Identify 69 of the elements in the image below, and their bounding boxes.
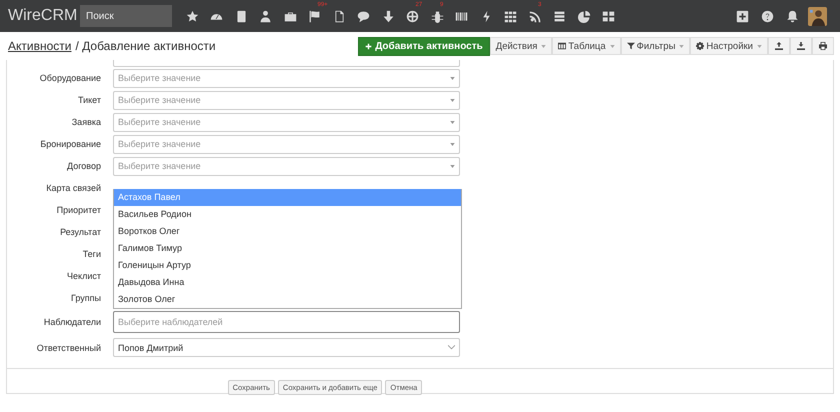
toolbar-menu-button[interactable]: Действия — [490, 37, 552, 55]
toolbar-menu-button[interactable]: Фильтры — [620, 37, 690, 55]
field-label: Чеклист — [66, 271, 101, 281]
upload-icon — [775, 42, 783, 50]
briefcase-icon[interactable] — [284, 10, 297, 22]
field-label: Заявка — [70, 117, 101, 127]
app-logo[interactable]: WireCRM — [8, 7, 80, 25]
toolbar-menu-button[interactable]: Настройки — [690, 37, 768, 55]
caret-icon — [450, 98, 455, 102]
caret-icon — [450, 142, 455, 146]
download-icon — [797, 42, 805, 50]
field-label: Результат — [59, 227, 101, 237]
page-title: / Добавление активности — [75, 39, 216, 53]
caret-icon — [450, 120, 455, 124]
database-icon[interactable] — [553, 10, 566, 22]
plus-icon[interactable] — [736, 10, 749, 22]
caret-icon — [757, 44, 762, 48]
tiles-icon[interactable] — [602, 10, 616, 22]
user-avatar[interactable] — [808, 6, 827, 26]
field-label: Договор — [66, 161, 101, 171]
download-button[interactable] — [790, 37, 812, 55]
toolbar-menu-button[interactable]: Таблица — [552, 37, 621, 55]
add-activity-button[interactable]: Добавить активность — [358, 37, 490, 56]
chevron-icon — [448, 345, 455, 350]
gear-icon — [696, 42, 704, 50]
breadcrumb-link[interactable]: Активности — [8, 39, 72, 53]
caret-icon — [450, 76, 455, 80]
grid-icon[interactable] — [504, 10, 518, 22]
dropdown-option[interactable]: Воротков Олег — [114, 223, 461, 240]
field-label: Оборудование — [38, 73, 101, 83]
caret-icon — [541, 44, 546, 48]
field-label: Теги — [82, 249, 101, 259]
plus-icon — [365, 43, 372, 50]
barcode-icon[interactable] — [455, 10, 468, 22]
print-button[interactable] — [812, 37, 834, 55]
bell-icon[interactable] — [786, 10, 799, 22]
caret-icon — [610, 44, 615, 48]
pie-icon[interactable] — [578, 10, 591, 22]
chat-icon[interactable] — [357, 10, 370, 22]
user-icon[interactable] — [259, 10, 272, 22]
field-label: Тикет — [77, 95, 101, 105]
print-icon — [819, 42, 827, 50]
dropdown-option[interactable]: Васильев Родион — [114, 206, 461, 223]
field-label: Ответственный — [36, 342, 101, 352]
rss-icon[interactable] — [528, 10, 542, 22]
star-icon[interactable] — [186, 10, 199, 22]
dropdown-option[interactable]: Давыдова Инна — [114, 274, 461, 291]
search-field[interactable]: Поиск — [80, 5, 172, 27]
document-icon[interactable] — [234, 10, 248, 22]
caret-icon — [450, 164, 455, 168]
field-label: Наблюдатели — [42, 317, 101, 327]
arrow-down-icon[interactable] — [382, 10, 395, 22]
caret-icon — [679, 44, 684, 48]
upload-button[interactable] — [768, 37, 790, 55]
field-label: Карта связей — [45, 183, 101, 193]
help-icon[interactable] — [761, 10, 774, 22]
file-icon[interactable] — [332, 10, 346, 22]
field-label: Группы — [70, 293, 101, 303]
field-label: Бронирование — [39, 139, 101, 149]
filter-icon — [626, 42, 635, 50]
dropdown-option[interactable]: Золотов Олег — [114, 291, 461, 308]
select-field[interactable]: Попов Дмитрий — [113, 338, 460, 357]
table-icon — [558, 42, 566, 50]
dropdown-option[interactable]: Галимов Тимур — [114, 240, 461, 257]
field-label: Приоритет — [56, 205, 101, 215]
dropdown-option[interactable]: Голеницын Артур — [114, 257, 461, 274]
globe-icon[interactable] — [406, 10, 420, 22]
bug-icon[interactable] — [430, 10, 444, 22]
flag-icon[interactable] — [308, 10, 322, 22]
